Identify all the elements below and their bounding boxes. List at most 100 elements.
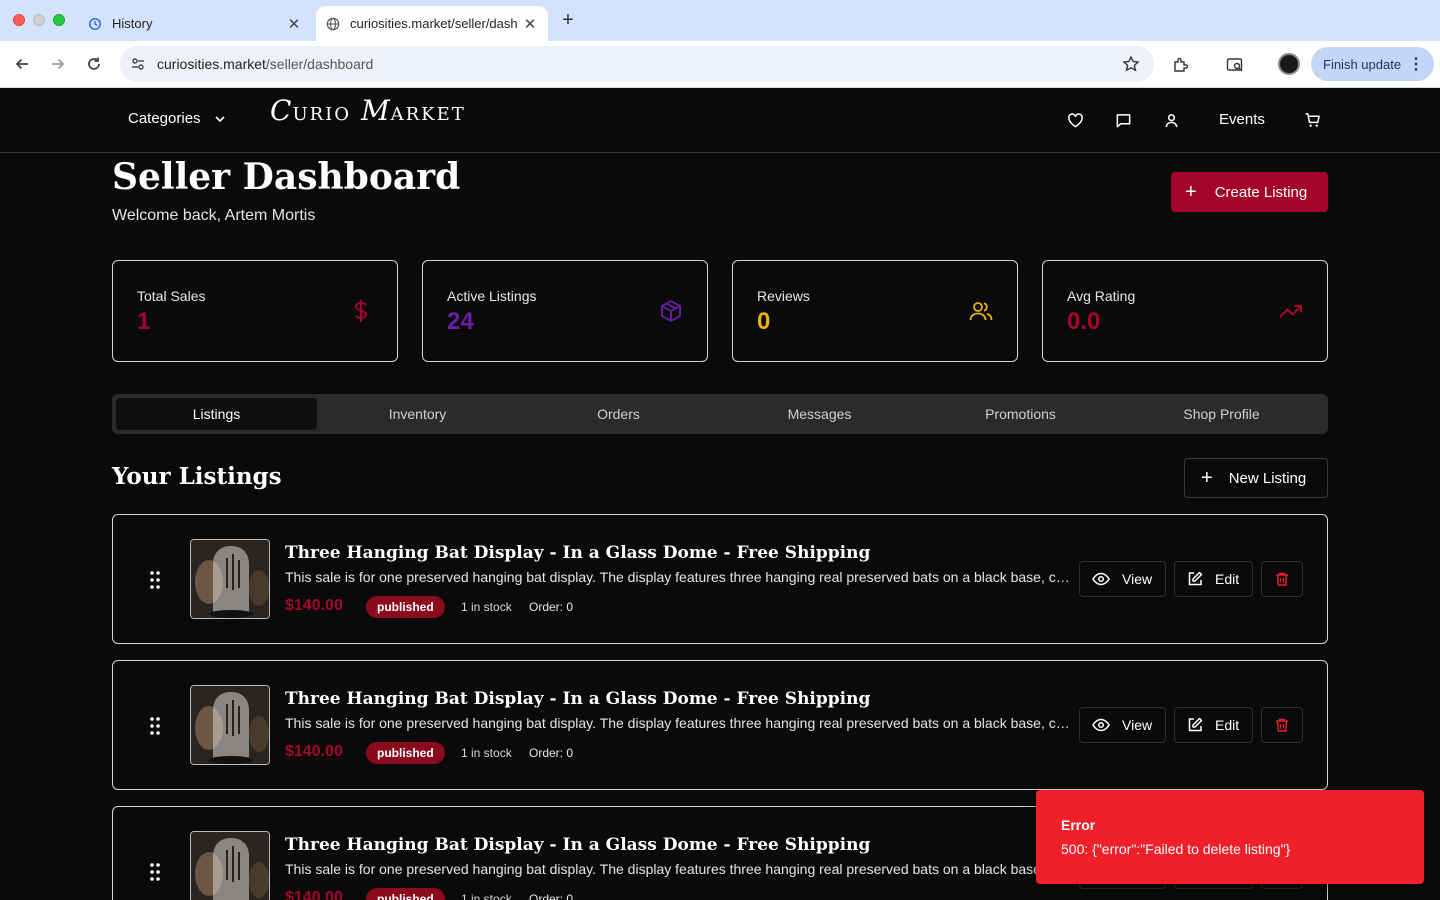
tab-orders[interactable]: Orders [518, 398, 719, 430]
listing-thumbnail[interactable] [190, 685, 270, 765]
drag-handle-icon[interactable] [149, 716, 161, 736]
error-toast[interactable]: Error 500: {"error":"Failed to delete li… [1036, 790, 1424, 884]
edit-button[interactable]: Edit [1174, 561, 1253, 597]
browser-tab-seller-dashboard[interactable]: curiosities.market/seller/dash ✕ [316, 6, 548, 41]
browser-tab-history[interactable]: History ✕ [78, 6, 312, 41]
order-count: Order: 0 [529, 746, 574, 760]
view-label: View [1122, 571, 1153, 587]
window-close-button[interactable] [13, 14, 25, 26]
stock-count: 1 in stock [461, 746, 512, 760]
delete-button[interactable] [1261, 707, 1303, 743]
status-badge: published [366, 596, 445, 618]
url-host: curiosities.market [157, 56, 266, 72]
listing-description: This sale is for one preserved hanging b… [285, 861, 1075, 877]
events-link[interactable]: Events [1219, 111, 1265, 128]
edit-label: Edit [1215, 571, 1240, 587]
trash-icon [1276, 572, 1288, 586]
browser-tab-strip: History ✕ curiosities.market/seller/dash… [0, 0, 1440, 41]
new-listing-label: New Listing [1228, 469, 1307, 487]
toast-message: 500: {"error":"Failed to delete listing"… [1061, 841, 1291, 857]
tab-promotions[interactable]: Promotions [920, 398, 1121, 430]
tab-search-icon[interactable] [1224, 54, 1246, 76]
categories-dropdown[interactable]: Categories [128, 110, 227, 127]
globe-icon [325, 16, 341, 32]
tab-messages[interactable]: Messages [719, 398, 920, 430]
back-arrow-icon[interactable] [11, 53, 33, 75]
welcome-message: Welcome back, Artem Mortis [112, 207, 316, 224]
logo-word-market: ARKET [390, 104, 466, 125]
tab-label: History [112, 16, 153, 31]
users-icon [969, 299, 993, 323]
drag-handle-icon[interactable] [149, 570, 161, 590]
trash-icon [1276, 718, 1288, 732]
site-header: Categories CURIO MARKET Events [0, 88, 1440, 153]
window-minimize-button[interactable] [33, 14, 45, 26]
categories-label: Categories [128, 110, 201, 127]
order-count: Order: 0 [529, 600, 574, 614]
delete-button[interactable] [1261, 561, 1303, 597]
address-bar[interactable]: curiosities.market/seller/dashboard [120, 46, 1154, 82]
stat-label: Active Listings [447, 288, 537, 304]
status-badge: published [366, 888, 445, 900]
chevron-down-icon [214, 115, 225, 122]
dollar-icon [349, 299, 373, 323]
stock-count: 1 in stock [461, 892, 512, 900]
listing-title[interactable]: Three Hanging Bat Display - In a Glass D… [285, 689, 870, 709]
history-icon [87, 16, 103, 32]
listing-title[interactable]: Three Hanging Bat Display - In a Glass D… [285, 835, 870, 855]
new-tab-plus-icon[interactable]: + [558, 9, 578, 31]
profile-avatar[interactable] [1278, 53, 1300, 75]
plus-icon: + [1185, 181, 1197, 203]
status-badge: published [366, 742, 445, 764]
listing-description: This sale is for one preserved hanging b… [285, 715, 1075, 731]
extensions-puzzle-icon[interactable] [1170, 54, 1192, 76]
heart-icon[interactable] [1066, 111, 1084, 129]
window-zoom-button[interactable] [53, 14, 65, 26]
stat-value: 0.0 [1067, 308, 1101, 335]
stock-count: 1 in stock [461, 600, 512, 614]
listings-section-title: Your Listings [112, 463, 282, 490]
view-button[interactable]: View [1079, 561, 1166, 597]
view-button[interactable]: View [1079, 707, 1166, 743]
more-vertical-icon[interactable]: ⋮ [1408, 54, 1424, 74]
create-listing-label: Create Listing [1214, 183, 1308, 201]
bookmark-star-icon[interactable] [1122, 55, 1140, 78]
forward-arrow-icon[interactable] [47, 53, 69, 75]
eye-icon [1092, 572, 1110, 586]
listing-card: Three Hanging Bat Display - In a Glass D… [112, 660, 1328, 790]
tab-listings[interactable]: Listings [116, 398, 317, 430]
listing-thumbnail[interactable] [190, 539, 270, 619]
drag-handle-icon[interactable] [149, 862, 161, 882]
edit-icon [1187, 571, 1203, 587]
listing-price: $140.00 [285, 743, 343, 760]
order-count: Order: 0 [529, 892, 574, 900]
stat-value: 0 [757, 308, 771, 335]
listing-title[interactable]: Three Hanging Bat Display - In a Glass D… [285, 543, 870, 563]
site-logo[interactable]: CURIO MARKET [270, 94, 466, 127]
new-listing-button[interactable]: + New Listing [1184, 458, 1328, 498]
reload-icon[interactable] [83, 53, 105, 75]
tab-close-icon[interactable]: ✕ [522, 16, 538, 33]
finish-update-label: Finish update [1323, 56, 1402, 72]
view-label: View [1122, 717, 1153, 733]
logo-initial-c: C [270, 94, 293, 127]
listing-description: This sale is for one preserved hanging b… [285, 569, 1075, 585]
edit-button[interactable]: Edit [1174, 707, 1253, 743]
package-icon [659, 299, 683, 323]
site-settings-icon[interactable] [130, 56, 146, 77]
listing-thumbnail[interactable] [190, 831, 270, 900]
tab-close-icon[interactable]: ✕ [286, 16, 302, 33]
dashboard-tabs: Listings Inventory Orders Messages Promo… [112, 394, 1328, 434]
user-icon[interactable] [1162, 111, 1180, 129]
create-listing-button[interactable]: + Create Listing [1171, 172, 1328, 212]
tab-inventory[interactable]: Inventory [317, 398, 518, 430]
message-icon[interactable] [1114, 111, 1132, 129]
stat-label: Reviews [757, 288, 810, 304]
stat-card-avg-rating: Avg Rating 0.0 [1042, 260, 1328, 362]
cart-icon[interactable] [1303, 111, 1321, 129]
finish-update-button[interactable]: Finish update ⋮ [1311, 47, 1434, 81]
tab-shop-profile[interactable]: Shop Profile [1121, 398, 1322, 430]
eye-icon [1092, 718, 1110, 732]
plus-icon: + [1201, 467, 1213, 489]
logo-word-curio: URIO [292, 104, 352, 125]
